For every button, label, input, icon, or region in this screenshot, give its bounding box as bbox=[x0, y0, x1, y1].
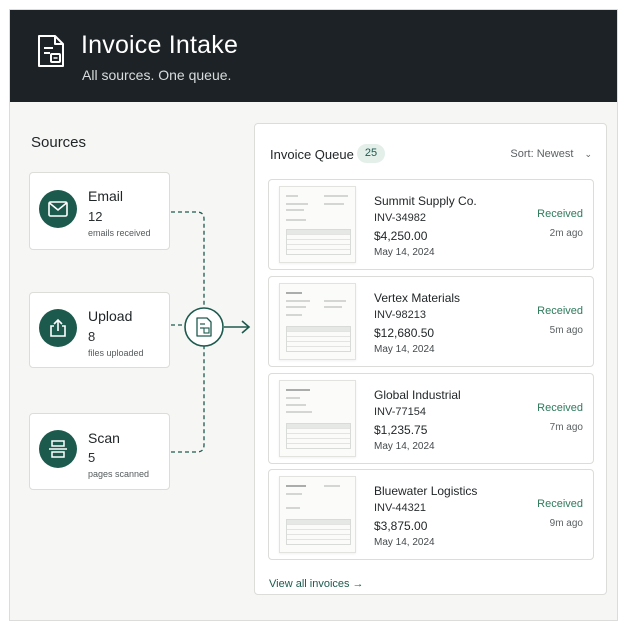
source-count: 12 bbox=[88, 209, 103, 224]
invoice-thumbnail bbox=[279, 283, 356, 360]
invoice-thumbnail bbox=[279, 476, 356, 553]
source-name: Email bbox=[88, 188, 124, 204]
view-all-invoices-link[interactable]: View all invoices → bbox=[269, 578, 364, 590]
invoice-age: 5m ago bbox=[549, 325, 583, 336]
invoice-thumbnail bbox=[279, 380, 356, 457]
invoice-vendor: Summit Supply Co. bbox=[374, 194, 477, 208]
merge-node bbox=[184, 307, 224, 347]
source-count: 8 bbox=[88, 329, 96, 344]
invoice-vendor: Vertex Materials bbox=[374, 291, 461, 305]
invoice-vendor: Bluewater Logistics bbox=[374, 484, 478, 498]
invoice-amount: $3,875.00 bbox=[374, 519, 428, 533]
invoice-number: INV-34982 bbox=[374, 212, 426, 224]
invoice-thumbnail bbox=[279, 186, 356, 263]
invoice-amount: $4,250.00 bbox=[374, 229, 428, 243]
sort-value: Newest bbox=[536, 148, 574, 160]
invoice-age: 2m ago bbox=[549, 228, 583, 239]
source-card-email[interactable]: Email 12 emails received bbox=[29, 172, 170, 250]
invoice-date: May 14, 2024 bbox=[374, 537, 435, 548]
invoice-amount: $1,235.75 bbox=[374, 423, 428, 437]
source-card-upload[interactable]: Upload 8 files uploaded bbox=[29, 292, 170, 368]
invoice-number: INV-98213 bbox=[374, 309, 426, 321]
sort-label: Sort: bbox=[510, 148, 534, 160]
arrow-right-icon bbox=[224, 320, 251, 334]
scanner-icon bbox=[39, 430, 77, 468]
invoice-number: INV-44321 bbox=[374, 502, 426, 514]
source-desc: pages scanned bbox=[88, 469, 150, 479]
upload-icon bbox=[39, 309, 77, 347]
chevron-down-icon: ⌄ bbox=[584, 149, 592, 159]
invoice-amount: $12,680.50 bbox=[374, 326, 435, 340]
invoice-date: May 14, 2024 bbox=[374, 344, 435, 355]
invoice-age: 7m ago bbox=[549, 422, 583, 433]
invoice-age: 9m ago bbox=[549, 518, 583, 529]
invoice-date: May 14, 2024 bbox=[374, 247, 435, 258]
invoice-date: May 14, 2024 bbox=[374, 441, 435, 452]
source-card-scan[interactable]: Scan 5 pages scanned bbox=[29, 413, 170, 490]
invoice-card[interactable]: Summit Supply Co. INV-34982 $4,250.00 Ma… bbox=[268, 179, 594, 270]
status-badge: Received bbox=[537, 498, 583, 510]
app-frame: Invoice Intake All sources. One queue. S… bbox=[9, 9, 618, 621]
source-desc: files uploaded bbox=[88, 348, 144, 358]
invoice-queue-panel: Invoice Queue 25 Sort: Newest ⌄ Summit S… bbox=[254, 123, 607, 595]
status-badge: Received bbox=[537, 402, 583, 414]
source-name: Upload bbox=[88, 308, 133, 324]
sort-dropdown[interactable]: Sort: Newest ⌄ bbox=[510, 148, 592, 160]
source-name: Scan bbox=[88, 430, 120, 446]
status-badge: Received bbox=[537, 208, 583, 220]
invoice-number: INV-77154 bbox=[374, 406, 426, 418]
invoice-card[interactable]: Global Industrial INV-77154 $1,235.75 Ma… bbox=[268, 373, 594, 464]
queue-title: Invoice Queue bbox=[270, 147, 354, 162]
status-badge: Received bbox=[537, 305, 583, 317]
source-desc: emails received bbox=[88, 228, 151, 238]
invoice-vendor: Global Industrial bbox=[374, 388, 461, 402]
queue-count-badge: 25 bbox=[357, 144, 385, 163]
invoice-card[interactable]: Bluewater Logistics INV-44321 $3,875.00 … bbox=[268, 469, 594, 560]
invoice-card[interactable]: Vertex Materials INV-98213 $12,680.50 Ma… bbox=[268, 276, 594, 367]
envelope-icon bbox=[39, 190, 77, 228]
source-count: 5 bbox=[88, 450, 96, 465]
